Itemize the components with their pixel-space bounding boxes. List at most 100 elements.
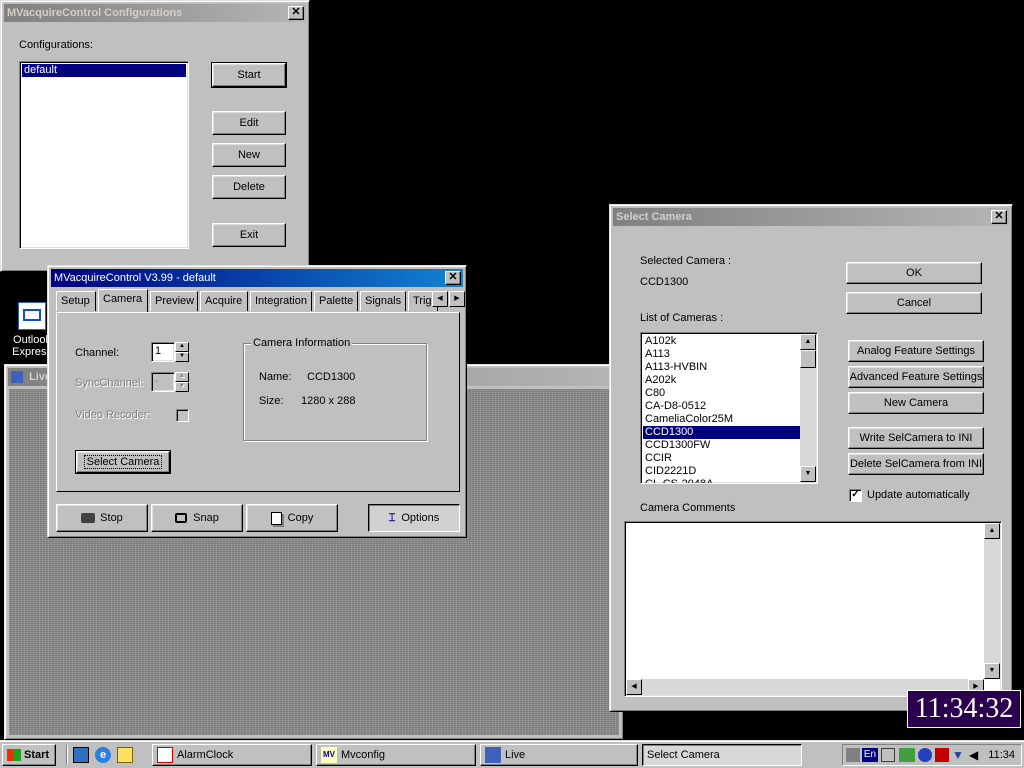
selected-camera-value: CCD1300 bbox=[640, 276, 689, 288]
camera-list-item[interactable]: A202k bbox=[643, 374, 801, 387]
camera-list-scroll-thumb[interactable] bbox=[800, 350, 816, 368]
update-automatically-checkbox[interactable]: ✓ bbox=[849, 489, 862, 502]
task-alarmclock[interactable]: AlarmClock bbox=[152, 744, 312, 766]
ok-button[interactable]: OK bbox=[846, 262, 982, 284]
channel-spinner-input[interactable]: 1 bbox=[151, 342, 175, 362]
camera-list-item[interactable]: C80 bbox=[643, 387, 801, 400]
camera-list-item[interactable]: CID2221D bbox=[643, 465, 801, 478]
tray-clock[interactable]: 11:34 bbox=[988, 748, 1015, 762]
camera-list[interactable]: A102k A113 A113-HVBIN A202k C80 CA-D8-0512 Cam… bbox=[640, 332, 818, 484]
main-titlebar[interactable]: MVacquireControl V3.99 - default ✕ bbox=[51, 269, 463, 287]
main-close-button[interactable]: ✕ bbox=[445, 271, 461, 285]
video-recorder-checkbox bbox=[176, 409, 189, 422]
outlook-express-desktop-icon[interactable]: Outlook Express bbox=[12, 302, 52, 364]
select-camera-title: Select Camera bbox=[616, 211, 692, 223]
tab-preview[interactable]: Preview bbox=[150, 291, 198, 311]
write-selcamera-button[interactable]: Write SelCamera to INI bbox=[848, 427, 984, 449]
config-titlebar[interactable]: MVacquireControl Configurations ✕ bbox=[4, 4, 306, 22]
configurations-list[interactable]: default bbox=[19, 61, 189, 249]
stop-button[interactable]: Stop bbox=[56, 504, 148, 532]
snap-button[interactable]: Snap bbox=[151, 504, 243, 532]
comments-scroll-left[interactable]: ◀ bbox=[626, 679, 642, 695]
channel-spin-down[interactable]: ▼ bbox=[175, 352, 189, 362]
camera-info-group bbox=[243, 343, 427, 441]
copy-icon bbox=[270, 511, 282, 525]
tab-palette[interactable]: Palette bbox=[314, 291, 358, 311]
arrow-tray-icon[interactable]: ▼ bbox=[952, 748, 966, 762]
camera-list-scroll-up[interactable]: ▲ bbox=[800, 334, 816, 350]
options-button[interactable]: ⌶ Options bbox=[368, 504, 460, 532]
language-indicator[interactable]: En bbox=[862, 748, 878, 762]
speaker-tray-icon[interactable]: ◀ bbox=[969, 748, 983, 762]
configurations-label: Configurations: bbox=[19, 39, 93, 51]
alarmclock-icon bbox=[157, 747, 173, 764]
start-menu-button[interactable]: Start bbox=[2, 744, 56, 766]
delete-button[interactable]: Delete bbox=[212, 175, 286, 199]
system-tray: En ▼ ◀ 11:34 bbox=[842, 744, 1022, 766]
select-camera-close-button[interactable]: ✕ bbox=[991, 210, 1007, 224]
camera-list-scrollbar[interactable]: ▲ ▼ bbox=[800, 334, 816, 482]
main-window[interactable]: MVacquireControl V3.99 - default ✕ Setup… bbox=[47, 265, 467, 538]
select-camera-titlebar[interactable]: Select Camera ✕ bbox=[613, 208, 1009, 226]
comments-scroll-up[interactable]: ▲ bbox=[984, 523, 1000, 539]
comments-scroll-down[interactable]: ▼ bbox=[984, 663, 1000, 679]
cancel-button[interactable]: Cancel bbox=[846, 292, 982, 314]
outlook-express-quick-icon[interactable] bbox=[117, 747, 133, 763]
channel-spin-up[interactable]: ▲ bbox=[175, 342, 189, 352]
tab-integration[interactable]: Integration bbox=[250, 291, 312, 311]
alarm-tray-icon[interactable] bbox=[935, 748, 949, 762]
task-select-camera[interactable]: Select Camera bbox=[642, 744, 802, 766]
edit-button[interactable]: Edit bbox=[212, 111, 286, 135]
camera-size-label: Size: bbox=[259, 395, 284, 407]
tab-setup[interactable]: Setup bbox=[56, 291, 96, 311]
comments-vscrollbar[interactable]: ▲ ▼ bbox=[984, 523, 1000, 679]
camera-list-item[interactable]: CA-D8-0512 bbox=[643, 400, 801, 413]
tab-strip: Setup Camera Preview Acquire Integration… bbox=[56, 289, 465, 313]
tab-scroll-left-button[interactable]: ◀ bbox=[432, 291, 448, 307]
volume-tray-icon[interactable] bbox=[881, 748, 895, 762]
camera-list-item[interactable]: A113-HVBIN bbox=[643, 361, 801, 374]
camera-list-item[interactable]: A102k bbox=[643, 335, 801, 348]
camera-list-item[interactable]: CameliaColor25M bbox=[643, 413, 801, 426]
start-button[interactable]: Start bbox=[211, 62, 287, 88]
tab-camera[interactable]: Camera bbox=[98, 289, 148, 312]
tab-scroll-right-button[interactable]: ▶ bbox=[449, 291, 465, 307]
show-desktop-icon[interactable] bbox=[73, 747, 89, 763]
analog-feature-settings-button[interactable]: Analog Feature Settings bbox=[848, 340, 984, 362]
camera-list-item[interactable]: CL-CS-2048A bbox=[643, 478, 801, 483]
select-camera-dialog[interactable]: Select Camera ✕ Selected Camera : CCD130… bbox=[609, 204, 1013, 712]
exit-button[interactable]: Exit bbox=[212, 223, 286, 247]
media-tray-icon[interactable] bbox=[918, 748, 932, 762]
outlook-express-icon bbox=[18, 302, 46, 330]
channel-label: Channel: bbox=[75, 347, 120, 359]
camera-comments-textarea[interactable]: ▲ ▼ ◀ ▶ bbox=[624, 521, 1002, 697]
camera-info-title: Camera Information bbox=[251, 337, 353, 349]
sync-channel-input: - bbox=[151, 372, 175, 392]
config-close-button[interactable]: ✕ bbox=[288, 6, 304, 20]
tab-acquire[interactable]: Acquire bbox=[200, 291, 248, 311]
task-live[interactable]: Live bbox=[480, 744, 638, 766]
camera-list-item[interactable]: CCIR bbox=[643, 452, 801, 465]
internet-explorer-icon[interactable]: e bbox=[95, 747, 111, 763]
select-camera-button[interactable]: Select Camera bbox=[75, 450, 171, 474]
camera-list-item[interactable]: A113 bbox=[643, 348, 801, 361]
task-mvconfig[interactable]: MV Mvconfig bbox=[316, 744, 476, 766]
monitor-tray-icon[interactable] bbox=[899, 748, 915, 762]
list-item[interactable]: default bbox=[22, 64, 186, 77]
camera-tab-page: Channel: 1 ▲ ▼ SyncChannel: - ▲ ▼ Video … bbox=[56, 312, 460, 492]
network-tray-icon[interactable] bbox=[846, 748, 860, 762]
live-app-icon bbox=[11, 371, 23, 384]
camera-list-item[interactable]: CCD1300 bbox=[643, 426, 801, 439]
camera-list-items: A102k A113 A113-HVBIN A202k C80 CA-D8-0512 Cam… bbox=[643, 335, 801, 483]
camera-list-scroll-down[interactable]: ▼ bbox=[800, 466, 816, 482]
tab-signals[interactable]: Signals bbox=[360, 291, 406, 311]
new-button[interactable]: New bbox=[212, 143, 286, 167]
live-icon bbox=[485, 747, 501, 764]
new-camera-button[interactable]: New Camera bbox=[848, 392, 984, 414]
advanced-feature-settings-button[interactable]: Advanced Feature Settings bbox=[848, 366, 984, 388]
delete-selcamera-button[interactable]: Delete SelCamera from INI bbox=[848, 453, 984, 475]
camera-size-value: 1280 x 288 bbox=[301, 395, 356, 407]
copy-button[interactable]: Copy bbox=[246, 504, 338, 532]
config-window[interactable]: MVacquireControl Configurations ✕ Config… bbox=[0, 0, 310, 272]
camera-list-item[interactable]: CCD1300FW bbox=[643, 439, 801, 452]
